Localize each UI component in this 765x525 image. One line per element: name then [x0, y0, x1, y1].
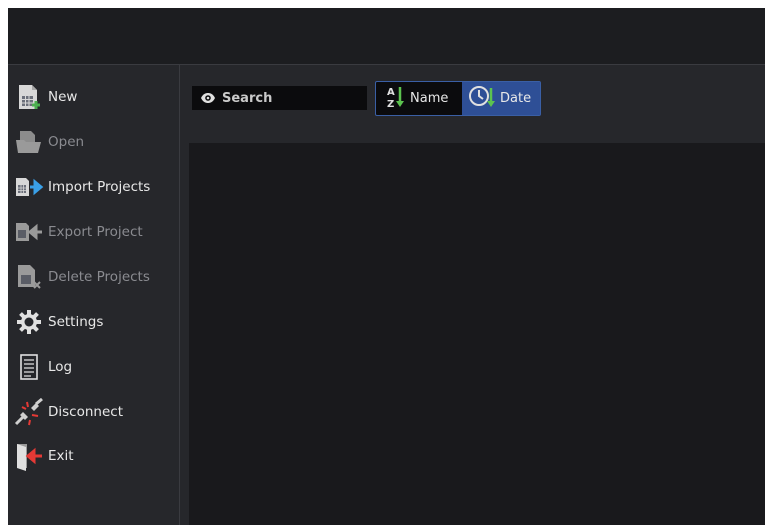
log-document-icon: [14, 352, 44, 382]
sort-name-label: Name: [410, 91, 449, 106]
sort-by-date-button[interactable]: Date: [462, 82, 540, 115]
sidebar-item-label: Exit: [48, 448, 74, 464]
sidebar-item-label: Open: [48, 134, 85, 150]
sort-by-name-button[interactable]: A Z Name: [376, 82, 462, 115]
sidebar-item-disconnect[interactable]: Disconnect: [14, 397, 123, 427]
sidebar-item-label: New: [48, 89, 78, 105]
svg-text:Z: Z: [387, 99, 394, 110]
sort-date-label: Date: [500, 91, 532, 106]
sidebar-item-label: Import Projects: [48, 179, 151, 195]
search-input[interactable]: Search: [192, 86, 367, 110]
exit-door-icon: [14, 441, 44, 471]
eye-icon: [200, 89, 216, 108]
sidebar-item-settings[interactable]: Settings: [14, 307, 103, 337]
svg-text:A: A: [387, 87, 395, 98]
sidebar-item-export-project[interactable]: Export Project: [14, 217, 143, 247]
sidebar-item-delete-projects[interactable]: Delete Projects: [14, 262, 150, 292]
sidebar-item-open[interactable]: Open: [14, 127, 84, 157]
new-project-icon: [14, 82, 44, 112]
sidebar-item-label: Export Project: [48, 224, 143, 240]
sidebar-item-label: Disconnect: [48, 404, 123, 420]
clock-sort-icon: [468, 84, 496, 114]
sidebar-item-import-projects[interactable]: Import Projects: [14, 172, 150, 202]
sort-toggle-group: A Z Name Date: [375, 81, 541, 116]
project-list-area[interactable]: [189, 143, 765, 525]
sidebar-item-log[interactable]: Log: [14, 352, 72, 382]
export-project-icon: [14, 217, 44, 247]
open-folder-icon: [14, 127, 44, 157]
sidebar-item-label: Delete Projects: [48, 269, 150, 285]
delete-projects-icon: [14, 262, 44, 292]
import-projects-icon: [14, 172, 44, 202]
sidebar-item-label: Settings: [48, 314, 104, 330]
sidebar-item-exit[interactable]: Exit: [14, 441, 74, 471]
gear-icon: [14, 307, 44, 337]
sidebar-item-label: Log: [48, 359, 73, 375]
disconnect-plug-icon: [14, 397, 44, 427]
sort-az-icon: A Z: [386, 84, 406, 114]
title-bar: [8, 8, 765, 65]
sidebar-item-new[interactable]: New: [14, 82, 77, 112]
search-placeholder: Search: [222, 90, 273, 106]
